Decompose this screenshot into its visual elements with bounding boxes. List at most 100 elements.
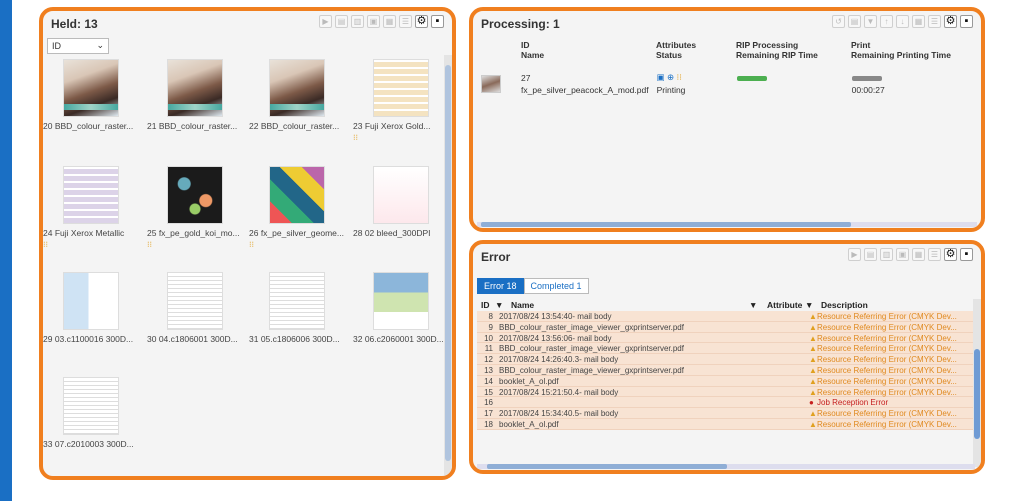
held-job-tile[interactable]: 21 BBD_colour_raster... bbox=[147, 59, 247, 159]
list-icon[interactable]: ☰ bbox=[928, 15, 941, 28]
column-status[interactable]: Status bbox=[656, 50, 728, 60]
job-thumbnail[interactable] bbox=[269, 272, 325, 330]
held-job-tile[interactable]: 23 Fuji Xerox Gold... ⁝⁝ bbox=[353, 59, 452, 159]
column-name[interactable]: Name bbox=[521, 50, 648, 60]
job-thumbnail[interactable] bbox=[167, 166, 223, 224]
filter-icon[interactable]: ▼ bbox=[749, 300, 757, 310]
sort-icon[interactable]: ▼ bbox=[495, 300, 503, 310]
job-thumbnail[interactable] bbox=[269, 59, 325, 117]
held-job-tile[interactable]: 25 fx_pe_gold_koi_mo... ⁝⁝ bbox=[147, 166, 247, 266]
held-job-tile[interactable]: 24 Fuji Xerox Metallic ⁝⁝ bbox=[43, 166, 143, 266]
held-job-tile[interactable]: 28 02 bleed_300DPI bbox=[353, 166, 452, 266]
table-row[interactable]: 18 booklet_A_ol.pdf ▲ Resource Referring Er… bbox=[477, 418, 975, 430]
copy-icon[interactable]: ▤ bbox=[864, 248, 877, 261]
grid-view-icon[interactable]: ▪ bbox=[960, 248, 973, 261]
preview-icon[interactable]: ▣ bbox=[367, 15, 380, 28]
tab-error[interactable]: Error 18 bbox=[477, 278, 524, 294]
row-name: booklet_A_ol.pdf bbox=[499, 419, 559, 429]
table-row[interactable]: 15 2017/08/24 15:21:50.4- mail body ▲ Resou… bbox=[477, 386, 975, 398]
sort-select[interactable]: ID ⌄ bbox=[47, 38, 109, 54]
processing-job-row[interactable]: 27 ▣ ⊕ ⁝⁝ fx_pe_silver_peacock_A_mod.pdf… bbox=[477, 71, 967, 96]
job-thumbnail[interactable] bbox=[269, 166, 325, 224]
warning-icon: ▲ bbox=[809, 365, 817, 375]
grid-view-icon[interactable]: ▪ bbox=[960, 15, 973, 28]
tab-completed[interactable]: Completed 1 bbox=[523, 278, 589, 294]
table-row[interactable]: 14 booklet_A_ol.pdf ▲ Resource Referring Er… bbox=[477, 375, 975, 387]
list-icon[interactable]: ☰ bbox=[928, 248, 941, 261]
warning-icon: ▲ bbox=[809, 409, 817, 419]
job-thumbnail[interactable] bbox=[373, 59, 429, 117]
move-up-icon[interactable]: ↑ bbox=[880, 15, 893, 28]
held-job-tile[interactable]: 33 07.c2010003 300D... bbox=[43, 377, 143, 476]
warning-icon: ▲ bbox=[809, 376, 817, 386]
job-thumbnail[interactable] bbox=[373, 272, 429, 330]
play-icon[interactable]: ▶ bbox=[848, 248, 861, 261]
error-scrollbar[interactable] bbox=[973, 299, 981, 467]
job-id: 27 bbox=[521, 72, 531, 83]
processing-hscroll[interactable] bbox=[477, 222, 977, 227]
preview-icon[interactable]: ▣ bbox=[896, 248, 909, 261]
held-job-tile[interactable]: 31 05.c1806006 300D... bbox=[249, 272, 349, 372]
job-label: 31 05.c1806006 300D... bbox=[249, 334, 340, 344]
column-attributes[interactable]: Attributes bbox=[656, 40, 728, 50]
column-name[interactable]: Name bbox=[511, 300, 534, 310]
column-print-time[interactable]: Remaining Printing Time bbox=[851, 50, 963, 60]
undo-icon[interactable]: ↺ bbox=[832, 15, 845, 28]
job-thumbnail[interactable] bbox=[167, 272, 223, 330]
gear-icon[interactable]: ⚙ bbox=[415, 15, 428, 28]
filter-icon[interactable]: ▼ bbox=[805, 300, 813, 310]
error-scrollbar-thumb[interactable] bbox=[974, 349, 980, 439]
column-print[interactable]: Print bbox=[851, 40, 963, 50]
delete-icon[interactable]: ▦ bbox=[912, 248, 925, 261]
grid-view-icon[interactable]: ▪ bbox=[431, 15, 444, 28]
job-thumbnail[interactable] bbox=[63, 166, 119, 224]
column-id[interactable]: ID bbox=[521, 40, 648, 50]
job-thumbnail[interactable] bbox=[167, 59, 223, 117]
table-row[interactable]: 8 2017/08/24 13:54:40- mail body ▲ Resource… bbox=[477, 311, 975, 322]
column-rip[interactable]: RIP Processing bbox=[736, 40, 843, 50]
held-job-tile[interactable]: 32 06.c2060001 300D... bbox=[353, 272, 452, 372]
edit-icon[interactable]: ▥ bbox=[880, 248, 893, 261]
job-attribute-icon: ⁝⁝ bbox=[353, 133, 359, 142]
table-row[interactable]: 16 ● Job Reception Error bbox=[477, 397, 975, 409]
table-row[interactable]: 12 2017/08/24 14:26:40.3- mail body ▲ Resou… bbox=[477, 354, 975, 365]
processing-hscroll-thumb[interactable] bbox=[481, 222, 851, 227]
delete-icon[interactable]: ▦ bbox=[383, 15, 396, 28]
table-row[interactable]: 17 2017/08/24 15:34:40.5- mail body ▲ Resou… bbox=[477, 408, 975, 419]
copy-icon[interactable]: ▤ bbox=[335, 15, 348, 28]
held-scrollbar-thumb[interactable] bbox=[445, 65, 451, 461]
job-label: 22 BBD_colour_raster... bbox=[249, 121, 340, 131]
copy-icon[interactable]: ▤ bbox=[848, 15, 861, 28]
job-thumbnail[interactable] bbox=[63, 377, 119, 435]
table-row[interactable]: 10 2017/08/24 13:56:06- mail body ▲ Resourc… bbox=[477, 332, 975, 344]
job-label: 25 fx_pe_gold_koi_mo... bbox=[147, 228, 240, 238]
gear-icon[interactable]: ⚙ bbox=[944, 15, 957, 28]
list-icon[interactable]: ☰ bbox=[399, 15, 412, 28]
held-job-tile[interactable]: 29 03.c1100016 300D... bbox=[43, 272, 143, 372]
filter-icon[interactable]: ▼ bbox=[864, 15, 877, 28]
table-row[interactable]: 11 BBD_colour_raster_image_viewer_gxprint… bbox=[477, 343, 975, 355]
table-row[interactable]: 9 BBD_colour_raster_image_viewer_gxprints… bbox=[477, 321, 975, 333]
column-rip-time[interactable]: Remaining RIP Time bbox=[736, 50, 843, 60]
held-job-tile[interactable]: 30 04.c1806001 300D... bbox=[147, 272, 247, 372]
edit-icon[interactable]: ▥ bbox=[351, 15, 364, 28]
play-icon[interactable]: ▶ bbox=[319, 15, 332, 28]
column-attribute[interactable]: Attribute bbox=[767, 300, 802, 310]
table-row[interactable]: 13 BBD_colour_raster_image_viewer_gxprint… bbox=[477, 364, 975, 376]
held-scrollbar[interactable] bbox=[444, 55, 452, 476]
processing-toolbar: ↺ ▤ ▼ ↑ ↓ ▦ ☰ ⚙ ▪ bbox=[832, 15, 973, 28]
move-down-icon[interactable]: ↓ bbox=[896, 15, 909, 28]
delete-icon[interactable]: ▦ bbox=[912, 15, 925, 28]
job-thumbnail[interactable] bbox=[373, 166, 429, 224]
warning-icon: ▲ bbox=[809, 322, 817, 332]
column-description[interactable]: Description bbox=[821, 300, 868, 310]
error-hscroll-thumb[interactable] bbox=[487, 464, 727, 469]
column-id[interactable]: ID bbox=[481, 300, 490, 310]
job-thumbnail[interactable] bbox=[63, 272, 119, 330]
held-job-tile[interactable]: 26 fx_pe_silver_geome... ⁝⁝ bbox=[249, 166, 349, 266]
gear-icon[interactable]: ⚙ bbox=[944, 248, 957, 261]
held-job-tile[interactable]: 22 BBD_colour_raster... bbox=[249, 59, 349, 159]
held-job-tile[interactable]: 20 BBD_colour_raster... bbox=[43, 59, 143, 159]
error-hscroll[interactable] bbox=[477, 464, 975, 469]
job-thumbnail[interactable] bbox=[63, 59, 119, 117]
